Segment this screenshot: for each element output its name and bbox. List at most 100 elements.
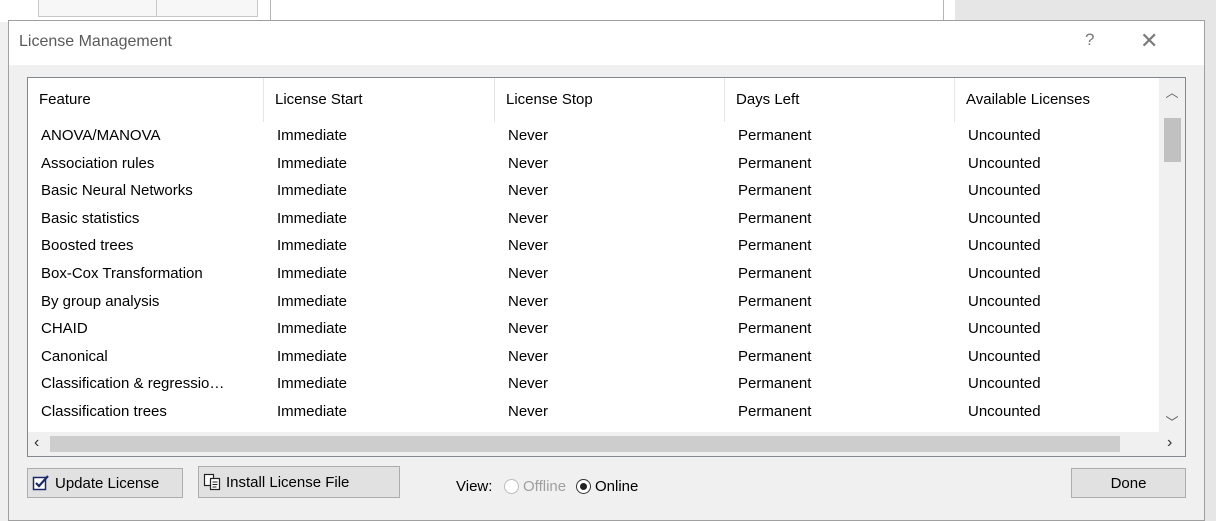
table-row[interactable]: Classification & regressio… Immediate Neve… (28, 370, 1159, 398)
column-header-days-left[interactable]: Days Left (725, 78, 955, 122)
install-license-file-button[interactable]: Install License File (198, 466, 400, 498)
done-button[interactable]: Done (1071, 468, 1186, 498)
cell-available-licenses: Uncounted (968, 154, 1041, 172)
cell-feature: By group analysis (41, 292, 160, 310)
cell-license-start: Immediate (277, 154, 348, 172)
horizontal-scrollbar[interactable]: ‹ › (28, 432, 1185, 456)
column-header-license-start[interactable]: License Start (264, 78, 495, 122)
cell-days-left: Permanent (738, 209, 812, 227)
cell-license-stop: Never (508, 154, 549, 172)
horizontal-scroll-thumb[interactable] (50, 436, 1120, 452)
offline-radio[interactable]: Offline (504, 478, 566, 495)
cell-license-stop: Never (508, 264, 549, 282)
scroll-down-icon[interactable]: ﹀ (1159, 412, 1185, 431)
cell-feature: ANOVA/MANOVA (41, 127, 161, 144)
table-row[interactable]: Classification trees Immediate Never Perman… (28, 398, 1159, 426)
table-row[interactable]: Association rules Immediate Never Permanent… (28, 150, 1159, 178)
cell-feature: Box-Cox Transformation (41, 264, 203, 282)
cell-days-left: Permanent (738, 347, 812, 365)
cell-license-start: Immediate (277, 320, 348, 338)
background-divider (943, 0, 944, 22)
cell-license-start: Immediate (277, 127, 348, 144)
table-row[interactable]: Boosted trees Immediate Never Permanent Unco… (28, 232, 1159, 260)
cell-available-licenses: Uncounted (968, 209, 1041, 227)
update-license-label: Update License (55, 474, 160, 492)
cell-available-licenses: Uncounted (968, 237, 1041, 255)
table-row[interactable]: Basic Neural Networks Immediate Never Perma… (28, 177, 1159, 205)
cell-days-left: Permanent (738, 237, 812, 255)
vertical-scrollbar[interactable]: ︿ ﹀ (1159, 78, 1185, 432)
cell-license-stop: Never (508, 320, 549, 338)
cell-license-start: Immediate (277, 292, 348, 310)
cell-feature: Canonical (41, 347, 108, 365)
cell-available-licenses: Uncounted (968, 402, 1041, 420)
offline-radio-label: Offline (523, 478, 567, 495)
column-header-available-licenses[interactable]: Available Licenses (955, 78, 1159, 122)
column-header-license-stop[interactable]: License Stop (495, 78, 725, 122)
scroll-up-icon[interactable]: ︿ (1159, 82, 1185, 101)
install-license-file-label: Install License File (226, 473, 350, 491)
vertical-scroll-thumb[interactable] (1164, 118, 1181, 162)
cell-license-stop: Never (508, 347, 549, 365)
cell-available-licenses: Uncounted (968, 127, 1041, 144)
dialog-title: License Management (19, 33, 172, 50)
cell-license-start: Immediate (277, 182, 348, 200)
cell-feature: Classification & regressio… (41, 375, 225, 393)
cell-available-licenses: Uncounted (968, 375, 1041, 393)
cell-days-left: Permanent (738, 127, 812, 144)
scroll-right-icon[interactable]: › (1167, 434, 1172, 452)
online-radio[interactable]: Online (576, 478, 638, 495)
column-header-feature[interactable]: Feature (28, 78, 264, 122)
table-row[interactable]: Canonical Immediate Never Permanent Uncounte… (28, 343, 1159, 371)
cell-days-left: Permanent (738, 320, 812, 338)
offline-radio-button[interactable] (504, 479, 519, 494)
table-row[interactable]: Basic statistics Immediate Never Permanent U… (28, 205, 1159, 233)
done-label: Done (1110, 474, 1147, 492)
cell-available-licenses: Uncounted (968, 182, 1041, 200)
cell-available-licenses: Uncounted (968, 320, 1041, 338)
table-body: ANOVA/MANOVA Immediate Never Permanent Uncou… (28, 122, 1159, 432)
online-radio-label: Online (595, 478, 639, 495)
title-bar: License Management ? ✕ (9, 21, 1204, 65)
table-row[interactable]: Box-Cox Transformation Immediate Never Perm… (28, 260, 1159, 288)
cell-feature: CHAID (41, 320, 88, 338)
cell-license-start: Immediate (277, 347, 348, 365)
cell-license-start: Immediate (277, 209, 348, 227)
cell-license-stop: Never (508, 127, 549, 144)
close-button[interactable]: ✕ (1140, 28, 1158, 54)
cell-feature: Basic Neural Networks (41, 182, 193, 200)
cell-license-stop: Never (508, 292, 549, 310)
cell-license-stop: Never (508, 237, 549, 255)
help-button[interactable]: ? (1085, 30, 1094, 50)
scroll-left-icon[interactable]: ‹ (34, 434, 39, 452)
cell-license-stop: Never (508, 402, 549, 420)
table-row[interactable]: ANOVA/MANOVA Immediate Never Permanent Uncou… (28, 122, 1159, 150)
cell-days-left: Permanent (738, 182, 812, 200)
cell-feature: Association rules (41, 154, 155, 172)
table-row[interactable]: By group analysis Immediate Never Permanent… (28, 288, 1159, 316)
cell-license-stop: Never (508, 209, 549, 227)
cell-license-start: Immediate (277, 402, 348, 420)
cell-license-stop: Never (508, 182, 549, 200)
cell-license-start: Immediate (277, 237, 348, 255)
checkbox-edit-icon (32, 474, 50, 492)
license-table[interactable]: Feature License Start License Stop Days … (27, 77, 1186, 457)
cell-available-licenses: Uncounted (968, 292, 1041, 310)
table-row[interactable]: CHAID Immediate Never Permanent Uncounted (28, 315, 1159, 343)
cell-license-start: Immediate (277, 264, 348, 282)
cell-available-licenses: Uncounted (968, 347, 1041, 365)
table-header: Feature License Start License Stop Days … (28, 78, 1159, 122)
cell-license-start: Immediate (277, 375, 348, 393)
cell-days-left: Permanent (738, 264, 812, 282)
cell-days-left: Permanent (738, 375, 812, 393)
cell-days-left: Permanent (738, 402, 812, 420)
update-license-button[interactable]: Update License (27, 468, 183, 498)
license-management-dialog: License Management ? ✕ Feature License S… (8, 20, 1205, 521)
background-tab (156, 0, 258, 17)
cell-feature: Classification trees (41, 402, 167, 420)
background-divider (270, 0, 271, 22)
online-radio-button[interactable] (576, 479, 591, 494)
cell-feature: Boosted trees (41, 237, 134, 255)
cell-license-stop: Never (508, 375, 549, 393)
copy-document-icon (203, 473, 221, 491)
